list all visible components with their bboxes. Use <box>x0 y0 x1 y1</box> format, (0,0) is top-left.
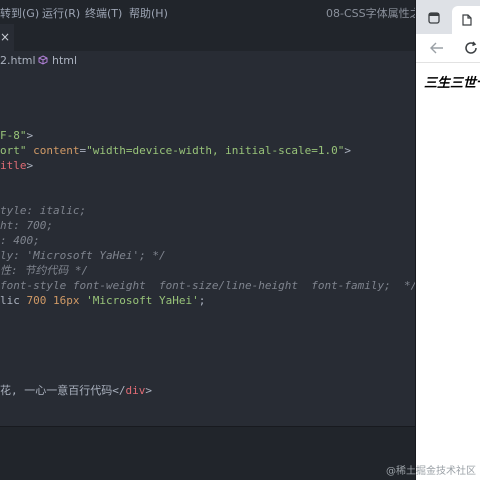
code-line: itle> <box>0 158 33 173</box>
code-token: lic <box>0 294 27 307</box>
code-token: 'Microsoft YaHei' <box>79 294 199 307</box>
code-token: content <box>26 144 80 157</box>
browser-window: 三生三世十 <box>416 0 480 480</box>
code-token: F-8" <box>0 129 27 142</box>
code-line: ort" content="width=device-width, initia… <box>0 143 351 158</box>
code-line: ly: 'Microsoft YaHei'; */ <box>0 248 166 263</box>
code-token: "width=device-width, initial-scale=1.0" <box>86 144 345 157</box>
browser-tab[interactable] <box>452 6 480 34</box>
code-token: tyle: italic; <box>0 204 87 217</box>
tab-search-icon[interactable] <box>428 12 440 24</box>
code-token: > <box>26 129 34 142</box>
code-token: > <box>145 384 152 397</box>
code-token: itle <box>0 159 27 172</box>
code-line: lic 700 16px 'Microsoft YaHei'; <box>0 293 205 308</box>
back-arrow-icon[interactable] <box>430 42 444 54</box>
code-token: 性: 节约代码 */ <box>0 264 89 277</box>
watermark: @稀土掘金技术社区 <box>386 466 476 477</box>
code-line: 性: 节约代码 */ <box>0 263 88 278</box>
code-token: 700 <box>26 294 47 307</box>
code-line: ht: 700; <box>0 218 53 233</box>
browser-tab-strip <box>416 0 480 34</box>
code-token: font-style font-weight font-size/line-he… <box>0 279 416 292</box>
code-area[interactable]: F-8"> ort" content="width=device-width, i… <box>0 0 416 480</box>
code-line: 花, 一心一意百行代码</div> <box>0 383 152 398</box>
code-token: 花, 一心一意百行代码</ <box>0 384 126 397</box>
code-editor-window: 转到(G) 运行(R) 终端(T) 帮助(H) 08-CSS字体属性之复合 × … <box>0 0 416 480</box>
reload-icon[interactable] <box>464 41 478 55</box>
code-token: ort" <box>0 144 27 157</box>
code-line: tyle: italic; <box>0 203 86 218</box>
code-token: > <box>344 144 352 157</box>
browser-toolbar <box>416 34 480 63</box>
bottom-panel <box>0 426 416 480</box>
page-content-text: 三生三世十 <box>424 76 480 91</box>
code-token: > <box>26 159 34 172</box>
code-line: F-8"> <box>0 128 33 143</box>
page-document-icon <box>462 14 472 26</box>
code-token: ly: 'Microsoft YaHei'; */ <box>0 249 166 262</box>
code-line: font-style font-weight font-size/line-he… <box>0 278 416 293</box>
code-token: : 400; <box>0 234 40 247</box>
code-token: 16px <box>53 294 80 307</box>
code-token: ht: 700; <box>0 219 53 232</box>
code-token: div <box>125 384 146 397</box>
code-token: ; <box>198 294 206 307</box>
code-line: : 400; <box>0 233 40 248</box>
